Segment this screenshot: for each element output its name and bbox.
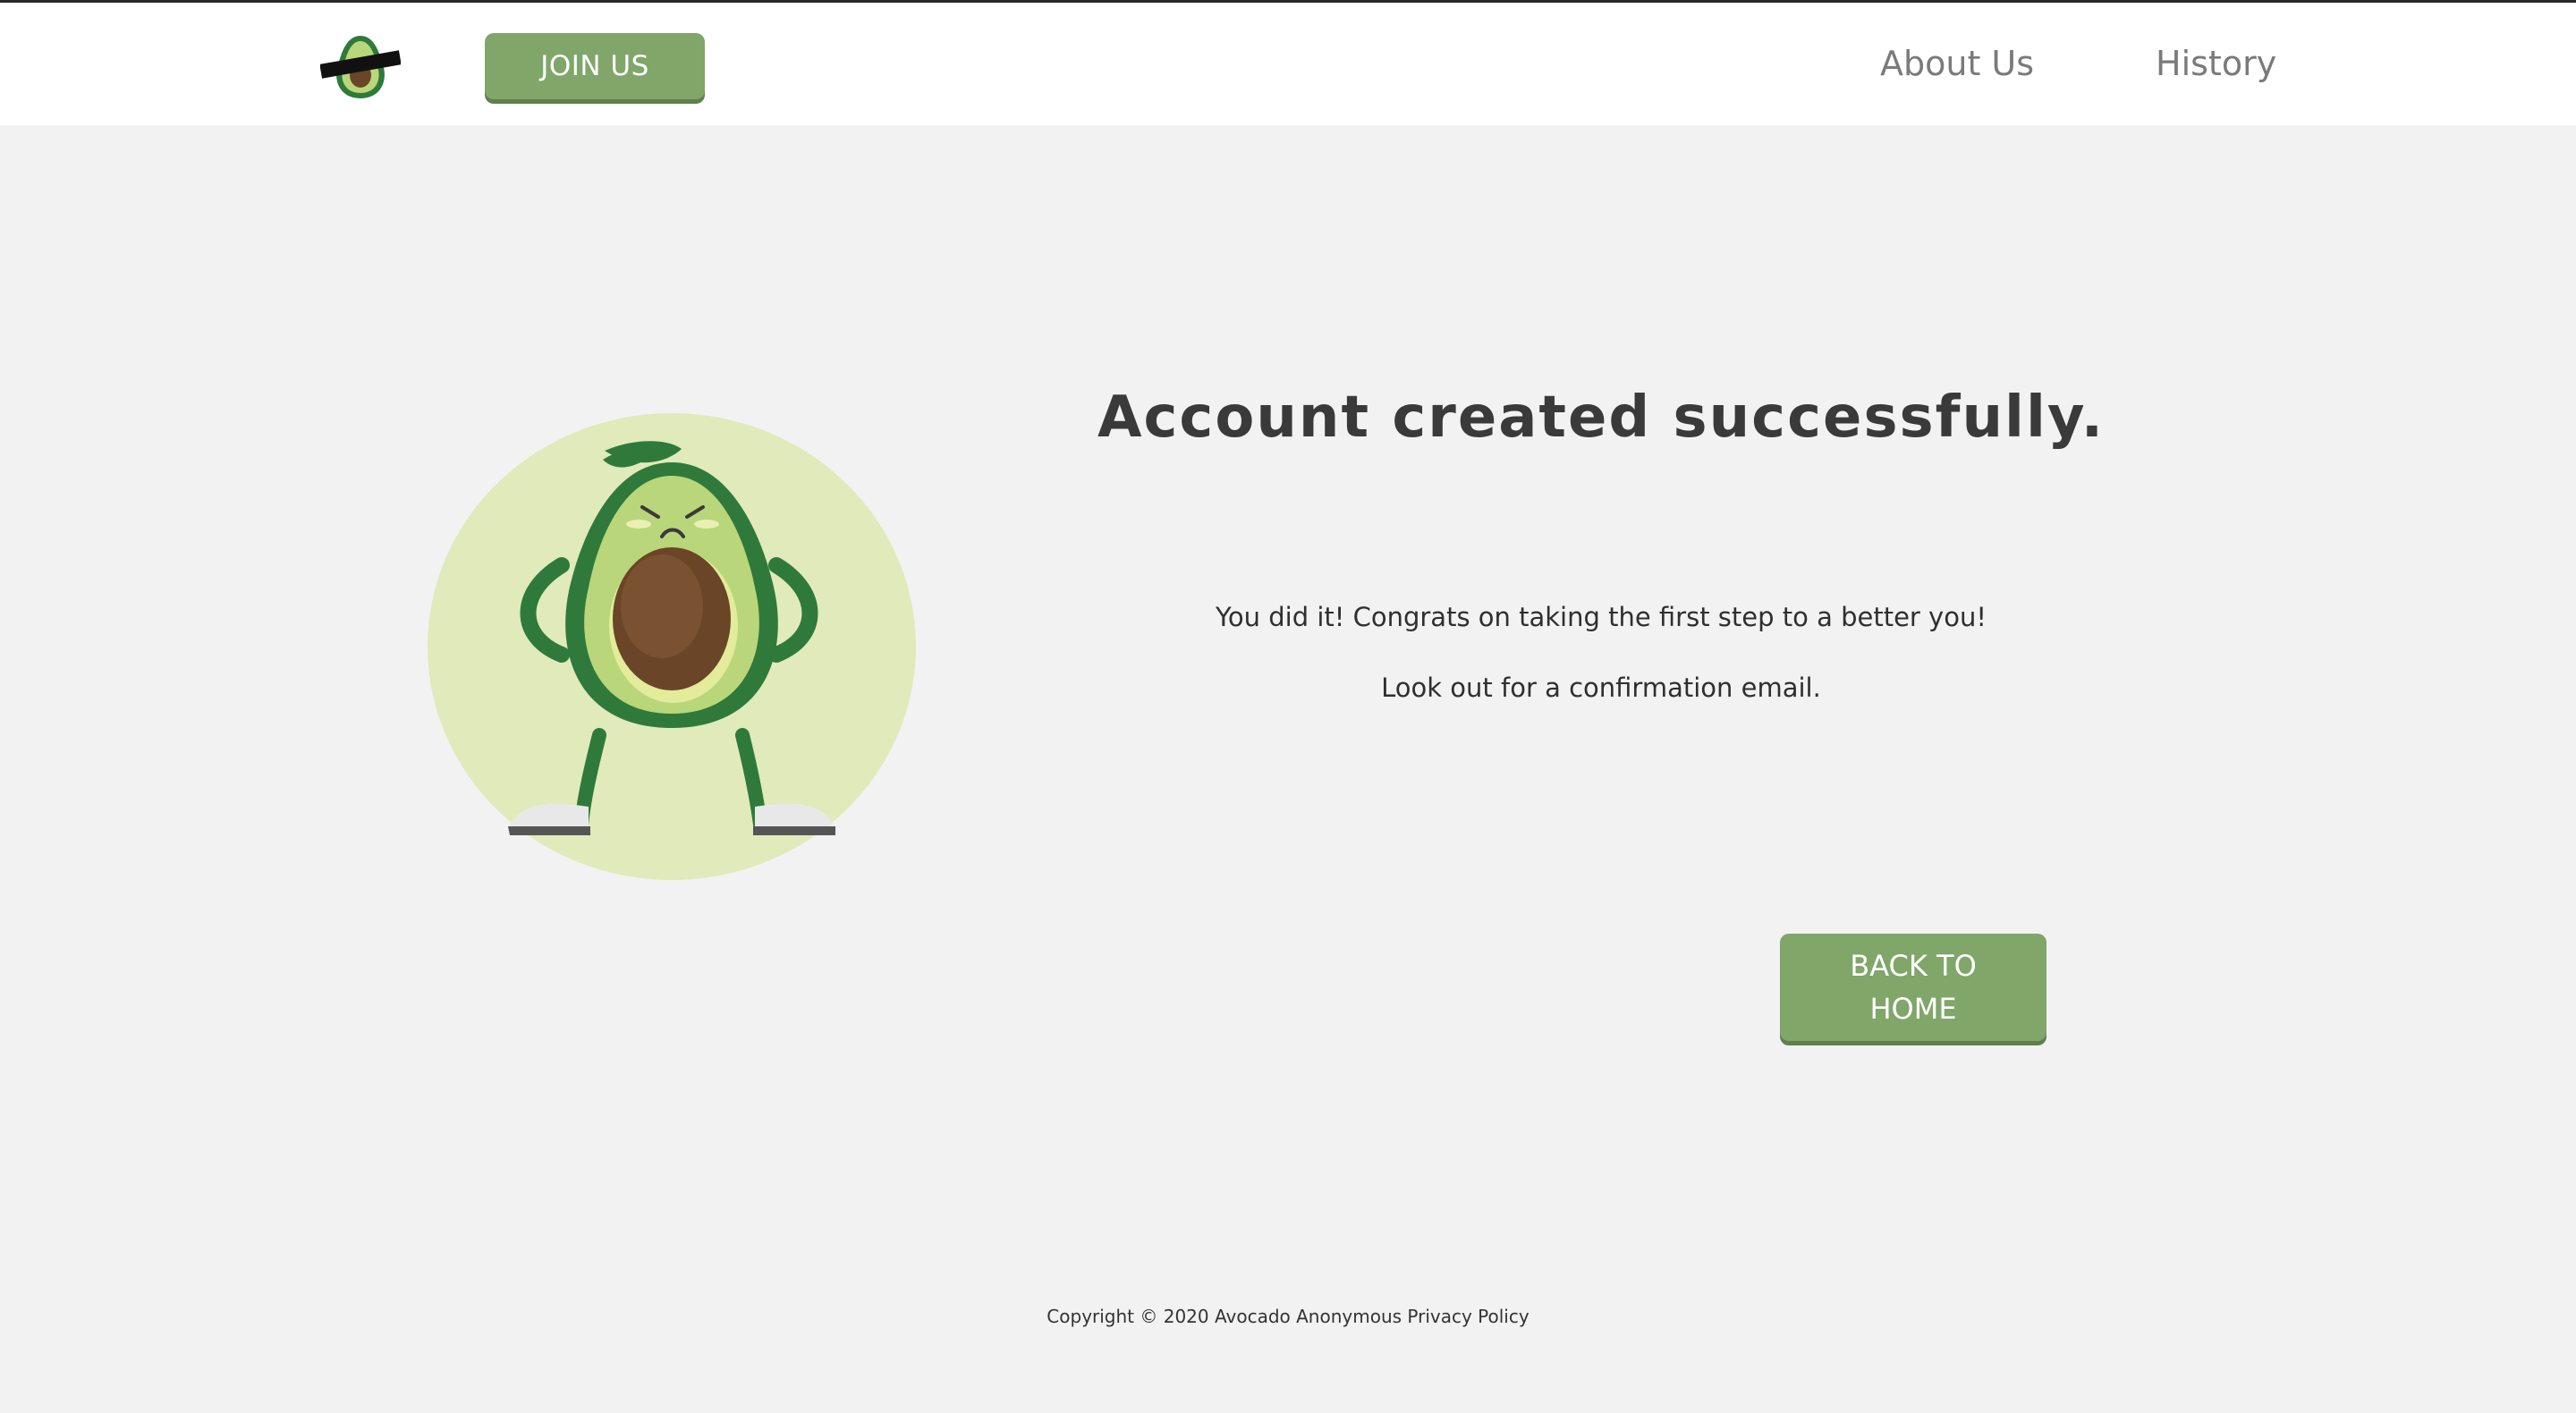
nav-history[interactable]: History <box>2156 44 2276 83</box>
success-message: You did it! Congrats on taking the first… <box>1216 602 1987 632</box>
page-title: Account created successfully. <box>1097 385 2106 451</box>
back-to-home-button[interactable]: BACK TO HOME <box>1780 934 2046 1041</box>
avocado-logo-icon[interactable] <box>320 30 401 102</box>
footer-copyright: Copyright © 2020 Avocado Anonymous Priva… <box>1046 1306 1530 1327</box>
site-header: JOIN US About Us History <box>0 3 2576 125</box>
confirmation-message: Look out for a confirmation email. <box>1381 673 1821 703</box>
nav-about-us[interactable]: About Us <box>1880 44 2034 83</box>
join-us-button[interactable]: JOIN US <box>485 33 705 99</box>
angry-avocado-icon <box>508 441 835 835</box>
